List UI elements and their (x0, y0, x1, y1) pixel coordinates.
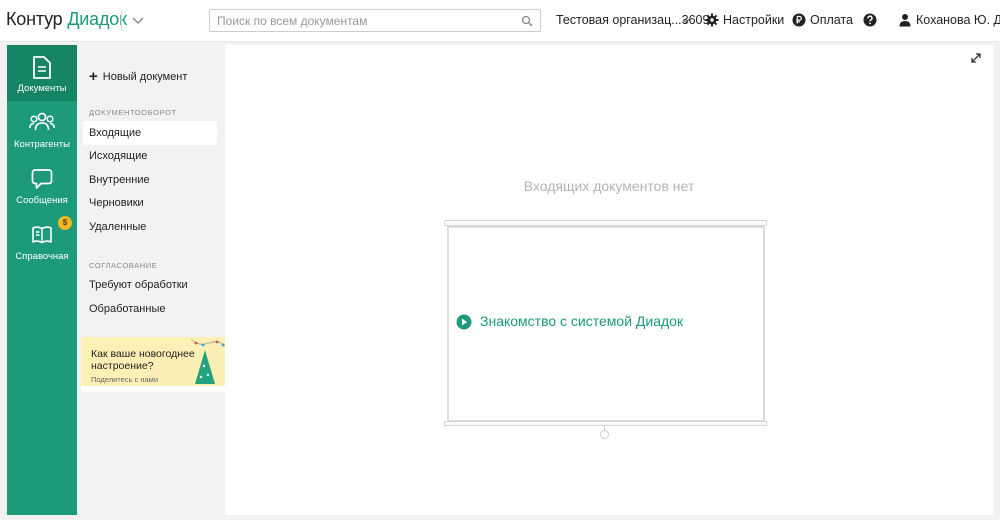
ruble-icon[interactable] (792, 13, 806, 27)
promo-share-link[interactable]: Поделитесь с нами (91, 375, 158, 384)
payment-link[interactable]: Оплата (810, 13, 853, 27)
document-icon (33, 56, 51, 79)
promo-banner[interactable]: Как ваше новогоднее настроение? Поделите… (81, 337, 228, 386)
empty-state-message: Входящих документов нет (523, 178, 695, 194)
section-title-approval: СОГЛАСОВАНИЕ (89, 261, 158, 270)
top-bar: Контур Диадок Тестовая организац...3609 … (0, 0, 1000, 42)
new-document-button[interactable]: + Новый документ (89, 67, 188, 85)
play-icon (456, 314, 472, 330)
sidebar-item-drafts[interactable]: Черновики (89, 197, 144, 209)
christmas-tree-icon (191, 338, 228, 384)
sidebar-item-deleted[interactable]: Удаленные (89, 221, 146, 233)
nav-messages[interactable]: Сообщения (7, 157, 77, 213)
dollar-badge: $ (58, 216, 72, 230)
user-icon[interactable] (898, 13, 912, 27)
main-navigation: Документы Контрагенты Сообщения $ Справо… (7, 45, 77, 515)
search-box[interactable] (209, 9, 541, 32)
settings-link[interactable]: Настройки (723, 13, 784, 27)
gear-icon[interactable] (705, 13, 719, 27)
sidebar-item-outgoing[interactable]: Исходящие (89, 150, 147, 162)
new-document-label: Новый документ (102, 71, 188, 83)
projector-screen-bottom-bar (444, 421, 767, 426)
section-title-workflow: ДОКУМЕНТООБОРОТ (89, 108, 177, 117)
nav-label: Справочная (15, 251, 69, 262)
main-content: Входящих документов нет Знакомство с сис… (225, 45, 993, 515)
logo-diadoc: Диадок (67, 9, 127, 29)
help-icon[interactable] (863, 13, 877, 27)
nav-reference[interactable]: $ Справочная (7, 213, 77, 269)
sidebar-item-processed[interactable]: Обработанные (89, 303, 165, 315)
message-icon (31, 169, 53, 189)
sidebar-item-incoming[interactable]: Входящие (89, 127, 141, 139)
search-input[interactable] (210, 10, 510, 31)
user-menu[interactable]: Коханова Ю. Д. (916, 13, 1000, 27)
nav-label: Документы (17, 83, 67, 94)
intro-video-link[interactable]: Знакомство с системой Диадок (456, 313, 684, 330)
search-icon[interactable] (521, 15, 533, 27)
intro-link-text: Знакомство с системой Диадок (480, 313, 684, 329)
projector-screen-pull-ring (600, 430, 609, 439)
nav-label: Сообщения (16, 195, 68, 206)
divider (121, 11, 122, 31)
plus-icon: + (89, 68, 98, 85)
sidebar-item-internal[interactable]: Внутренние (89, 174, 150, 186)
product-menu-chevron-icon[interactable] (130, 12, 146, 28)
promo-question: Как ваше новогоднее настроение? (91, 348, 195, 372)
people-icon (29, 112, 55, 131)
promo-footer (81, 386, 228, 392)
nav-label: Контрагенты (14, 139, 70, 150)
sidebar-item-require-processing[interactable]: Требуют обработки (89, 279, 188, 291)
expand-icon[interactable] (971, 53, 981, 63)
nav-contractors[interactable]: Контрагенты (7, 101, 77, 157)
logo-kontur: Контур (6, 9, 63, 29)
book-icon (32, 226, 52, 244)
chevron-down-icon[interactable] (681, 16, 691, 26)
documents-sidebar: + Новый документ ДОКУМЕНТООБОРОТ Входящие… (77, 45, 228, 515)
nav-documents[interactable]: Документы (7, 45, 77, 101)
logo[interactable]: Контур Диадок (6, 9, 127, 30)
